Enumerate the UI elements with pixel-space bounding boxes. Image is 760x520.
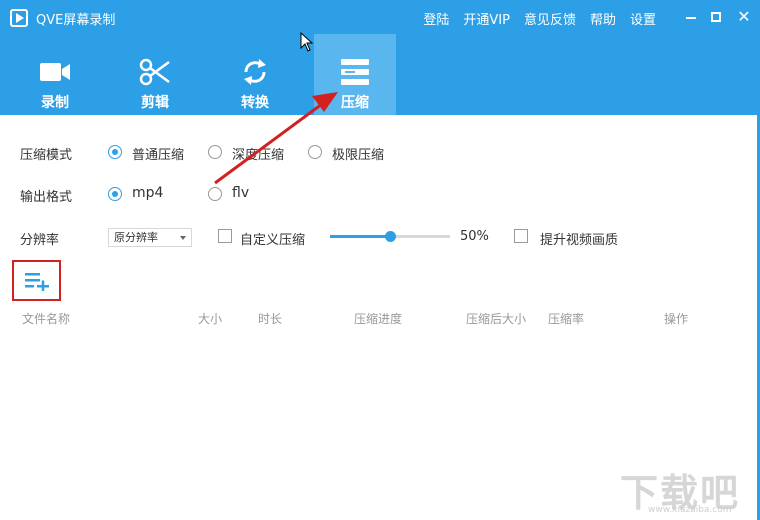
chevron-down-icon	[180, 236, 186, 240]
compress-slider-fill	[330, 235, 390, 238]
login-link[interactable]: 登陆	[423, 9, 449, 28]
flv-label: flv	[232, 185, 250, 201]
output-format-label: 输出格式	[20, 190, 73, 205]
scissors-icon	[139, 58, 170, 86]
tab-convert-label: 转换	[241, 95, 269, 111]
vip-link[interactable]: 开通VIP	[463, 9, 510, 28]
tab-record-label: 录制	[41, 95, 69, 111]
add-files-button[interactable]	[12, 260, 61, 301]
feedback-link[interactable]: 意见反馈	[524, 9, 576, 28]
column-header-compress-rate: 压缩率	[548, 312, 585, 326]
add-to-list-icon	[25, 273, 49, 291]
custom-compress-label: 自定义压缩	[240, 233, 306, 248]
radio-normal-compress[interactable]	[108, 145, 122, 159]
column-header-compressed-size: 压缩后大小	[466, 312, 527, 326]
compress-slider-handle[interactable]	[385, 231, 396, 242]
resolution-select-value: 原分辨率	[114, 231, 158, 244]
maximize-icon[interactable]	[705, 6, 727, 28]
improve-quality-label: 提升视频画质	[540, 233, 619, 248]
close-icon[interactable]: ✕	[733, 6, 755, 28]
tab-convert[interactable]: 转换	[214, 34, 296, 115]
column-header-duration: 时长	[258, 312, 283, 326]
column-header-actions: 操作	[664, 312, 689, 326]
video-camera-icon	[40, 63, 70, 81]
compress-mode-label: 压缩模式	[20, 148, 73, 163]
custom-compress-checkbox[interactable]	[218, 229, 232, 243]
help-link[interactable]: 帮助	[590, 9, 616, 28]
mp4-label: mp4	[132, 185, 164, 201]
header-bar: QVE屏幕录制 登陆 开通VIP 意见反馈 帮助 设置 ✕ 录制 剪辑 转换 压…	[0, 0, 760, 115]
column-header-progress: 压缩进度	[354, 312, 403, 326]
normal-compress-label: 普通压缩	[132, 148, 185, 163]
app-logo-icon	[10, 9, 28, 27]
radio-mp4[interactable]	[108, 187, 122, 201]
refresh-icon	[244, 59, 266, 85]
column-header-size: 大小	[198, 312, 223, 326]
app-title: QVE屏幕录制	[36, 13, 116, 28]
radio-flv[interactable]	[208, 187, 222, 201]
watermark-url: www.xiazaiba.com	[648, 505, 732, 515]
title-bar: QVE屏幕录制 登陆 开通VIP 意见反馈 帮助 设置 ✕	[0, 0, 760, 34]
improve-quality-checkbox[interactable]	[514, 229, 528, 243]
deep-compress-label: 深度压缩	[232, 148, 285, 163]
compress-icon	[341, 59, 369, 85]
settings-link[interactable]: 设置	[630, 9, 656, 28]
extreme-compress-label: 极限压缩	[332, 148, 385, 163]
compress-slider-value: 50%	[460, 229, 489, 244]
resolution-select[interactable]: 原分辨率	[108, 228, 192, 247]
tab-cut-label: 剪辑	[141, 95, 169, 111]
column-header-filename: 文件名称	[22, 312, 71, 326]
tab-record[interactable]: 录制	[14, 34, 96, 115]
mouse-cursor-icon	[300, 32, 314, 52]
radio-deep-compress[interactable]	[208, 145, 222, 159]
tab-compress-label: 压缩	[341, 95, 369, 111]
resolution-label: 分辨率	[20, 233, 60, 248]
tab-compress[interactable]: 压缩	[314, 34, 396, 115]
radio-extreme-compress[interactable]	[308, 145, 322, 159]
compress-slider[interactable]	[330, 231, 450, 242]
minimize-icon[interactable]	[680, 6, 702, 28]
top-links: 登陆 开通VIP 意见反馈 帮助 设置	[423, 9, 656, 28]
tab-cut[interactable]: 剪辑	[114, 34, 196, 115]
